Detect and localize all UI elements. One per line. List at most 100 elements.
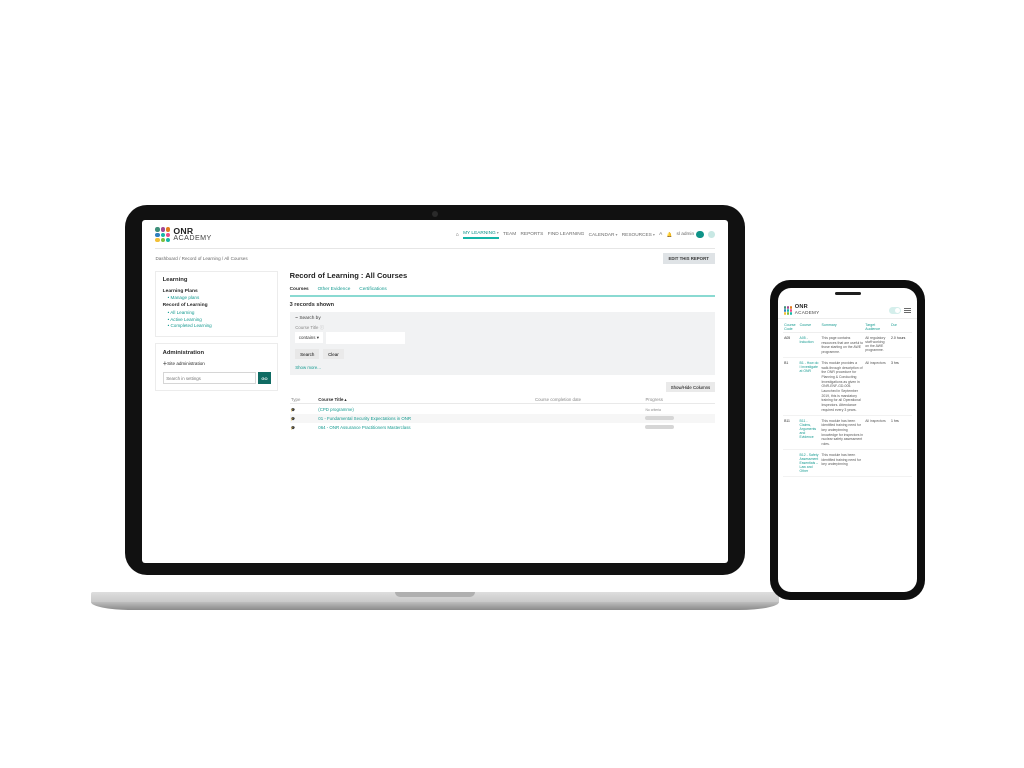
logo-dots-icon: [784, 306, 792, 314]
th-completion-date[interactable]: Course completion date: [534, 395, 644, 404]
cell-course-link[interactable]: B1 - How do I investigate at ONR: [800, 361, 819, 373]
cell-code: B1: [783, 361, 798, 412]
user-menu[interactable]: sl admin: [676, 231, 703, 239]
tab-courses[interactable]: Courses: [290, 287, 309, 294]
phone-table-header: Course Code Course Summary Target Audien…: [783, 323, 912, 334]
nav-resources[interactable]: RESOURCES: [622, 232, 655, 238]
phone-course-table: Course Code Course Summary Target Audien…: [778, 319, 917, 480]
crumb-dashboard[interactable]: Dashboard: [155, 256, 177, 261]
search-value-input[interactable]: [326, 332, 404, 343]
breadcrumb: Dashboard / Record of Learning / All Cou…: [155, 256, 247, 261]
laptop-screen: ONR ACADEMY MY LEARNING TEAM REPORTS FIN…: [142, 220, 728, 563]
toggle-columns-button[interactable]: Show/Hide Columns: [666, 382, 714, 392]
topbar: ONR ACADEMY MY LEARNING TEAM REPORTS FIN…: [155, 227, 714, 249]
brand-line2: ACADEMY: [173, 235, 211, 242]
cell-code: A05: [783, 336, 798, 355]
admin-search-go-button[interactable]: GO: [258, 372, 272, 384]
sidebar-learning: Learning Learning Plans Manage plans Rec…: [155, 271, 278, 337]
brand-logo[interactable]: ONR ACADEMY: [155, 227, 211, 243]
pth-audience[interactable]: Target Audience: [864, 323, 890, 331]
table-row: (CPD programme) No criteria: [290, 404, 715, 414]
page-title: Record of Learning : All Courses: [290, 271, 715, 280]
cell-duration: 1 hrs: [890, 419, 912, 447]
phone-screen: ONR ACADEMY Course Code Course Summary T…: [778, 288, 917, 592]
bell-icon[interactable]: [667, 232, 673, 238]
sidebar-item-all-learning[interactable]: All Learning: [168, 310, 272, 315]
cell-summary: This module has been identified training…: [820, 419, 864, 447]
help-icon[interactable]: [708, 231, 715, 238]
sidebar-item-manage-plans[interactable]: Manage plans: [168, 295, 272, 300]
brand-line2: ACADEMY: [795, 311, 820, 316]
phone-topbar: ONR ACADEMY: [778, 302, 917, 319]
cell-course-link[interactable]: A05 - Induction: [800, 336, 814, 344]
tab-other-evidence[interactable]: Other Evidence: [318, 287, 351, 294]
phone-toggle[interactable]: [889, 307, 901, 313]
cell-duration: [890, 453, 912, 473]
phone-row: B11 B11 - Claims, Arguments and Evidence…: [783, 416, 912, 450]
search-operator-select[interactable]: contains: [295, 332, 322, 343]
sidebar-item-completed-learning[interactable]: Completed Learning: [168, 323, 272, 328]
cell-date: [534, 414, 644, 423]
edit-report-button[interactable]: EDIT THIS REPORT: [663, 253, 715, 264]
th-course-title[interactable]: Course Title: [317, 395, 534, 404]
sidebar-admin-expand[interactable]: Site administration: [163, 361, 272, 367]
record-count: 3 records shown: [290, 302, 715, 308]
cell-code: B11: [783, 419, 798, 447]
laptop-camera: [432, 211, 438, 217]
nav-find-learning[interactable]: FIND LEARNING: [548, 232, 585, 237]
phone-mockup: ONR ACADEMY Course Code Course Summary T…: [770, 280, 925, 600]
pth-summary[interactable]: Summary: [820, 323, 864, 331]
th-progress[interactable]: Progress: [644, 395, 714, 404]
phone-row: B12 - Safety Assessment Essentials – Law…: [783, 450, 912, 477]
search-panel-toggle[interactable]: Search by: [295, 316, 709, 321]
nav-extra[interactable]: A: [659, 232, 662, 237]
th-type[interactable]: Type: [290, 395, 317, 404]
tab-certifications[interactable]: Certifications: [359, 287, 386, 294]
cell-code: [783, 453, 798, 473]
table-row: 01 - Fundamental Security Expectations i…: [290, 414, 715, 423]
search-button[interactable]: Search: [295, 349, 319, 359]
clear-button[interactable]: Clear: [323, 349, 344, 359]
logo-dots-icon: [155, 227, 170, 242]
brand-logo[interactable]: ONR ACADEMY: [784, 305, 820, 315]
cell-duration: 2.0 hours: [890, 336, 912, 355]
table-row: 064 - ONR Assurance Practitioners Master…: [290, 423, 715, 432]
nav-my-learning[interactable]: MY LEARNING: [463, 230, 499, 239]
sidebar-item-active-learning[interactable]: Active Learning: [168, 317, 272, 322]
nav-calendar[interactable]: CALENDAR: [589, 232, 618, 238]
cell-course-link[interactable]: B11 - Claims, Arguments and Evidence: [800, 419, 817, 439]
progress-text: No criteria: [645, 408, 660, 412]
course-link[interactable]: (CPD programme): [318, 407, 354, 412]
course-type-icon: [291, 407, 296, 412]
course-type-icon: [291, 416, 296, 421]
search-panel: Search by Course Title contains Search C…: [290, 312, 715, 375]
sidebar-plans-title: Learning Plans: [163, 289, 272, 294]
sidebar-admin-title: Administration: [163, 350, 272, 356]
course-link[interactable]: 01 - Fundamental Security Expectations i…: [318, 416, 411, 421]
course-type-icon: [291, 425, 296, 430]
sidebar-admin: Administration Site administration GO: [155, 343, 278, 390]
sidebar-learning-title: Learning: [163, 277, 272, 283]
laptop-mockup: ONR ACADEMY MY LEARNING TEAM REPORTS FIN…: [125, 205, 745, 610]
pth-course[interactable]: Course: [799, 323, 821, 331]
home-icon[interactable]: [456, 232, 459, 238]
cell-course-link[interactable]: B12 - Safety Assessment Essentials – Law…: [800, 453, 819, 473]
info-icon[interactable]: [318, 325, 324, 330]
course-link[interactable]: 064 - ONR Assurance Practitioners Master…: [318, 425, 410, 430]
cell-audience: All inspectors: [864, 361, 890, 412]
search-field-label: Course Title: [295, 325, 709, 331]
sidebar-rol-title: Record of Learning: [163, 303, 272, 308]
cell-date: [534, 404, 644, 414]
cell-audience: All regulatory staff working on the AWE …: [864, 336, 890, 355]
crumb-rol[interactable]: Record of Learning: [182, 256, 221, 261]
nav-reports[interactable]: REPORTS: [520, 232, 543, 237]
crumb-current: All Courses: [224, 256, 247, 261]
user-label: sl admin: [676, 232, 694, 237]
pth-duration[interactable]: Dur: [890, 323, 912, 331]
records-table: Type Course Title Course completion date…: [290, 395, 715, 433]
show-more-link[interactable]: Show more...: [295, 365, 709, 370]
nav-team[interactable]: TEAM: [503, 232, 516, 237]
pth-code[interactable]: Course Code: [783, 323, 798, 331]
admin-search-input[interactable]: [163, 372, 256, 384]
hamburger-icon[interactable]: [904, 308, 911, 312]
